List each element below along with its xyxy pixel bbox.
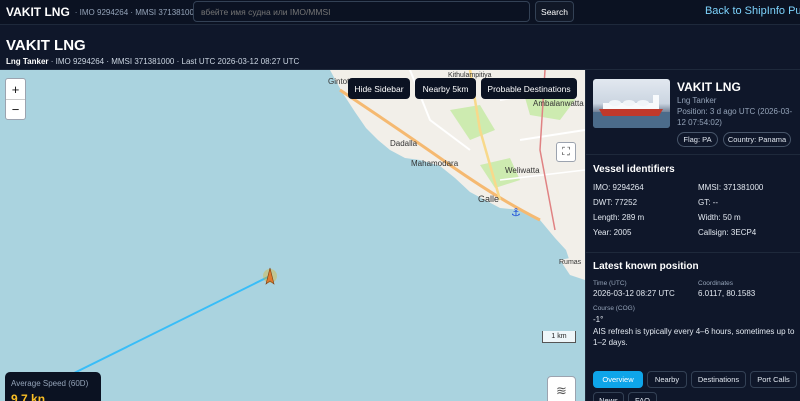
hide-sidebar-button[interactable]: Hide Sidebar [348, 78, 410, 99]
place-label-mahamodara: Mahamodara [411, 159, 459, 168]
vessel-sidebar: VAKIT LNG Lng Tanker Position: 3 d ago U… [585, 70, 800, 401]
nearby-5km-button[interactable]: Nearby 5km [415, 78, 476, 99]
width-value: Width: 50 m [698, 213, 741, 222]
probable-destinations-button[interactable]: Probable Destinations [481, 78, 577, 99]
page-meta: Lng Tanker · IMO 9294264 · MMSI 37138100… [6, 57, 299, 66]
tab-faq[interactable]: FAQ [628, 392, 657, 401]
place-label-rumas: Rumas [559, 259, 582, 266]
anchor-icon: ⚓ [511, 206, 521, 219]
flag-chip: Flag: PA [677, 132, 718, 147]
vessel-photo [593, 79, 670, 128]
average-speed-value: 9.7 kn [11, 392, 46, 401]
brand-identifiers: · IMO 9294264 · MMSI 371381000 [74, 7, 199, 17]
tab-overview[interactable]: Overview [593, 371, 643, 388]
tab-news[interactable]: News [593, 392, 624, 401]
map-scale: 1 km [542, 331, 576, 343]
section-title: Latest known position [593, 261, 699, 272]
gt-value: GT: -- [698, 198, 718, 207]
course-label: Course (COG) [593, 305, 635, 312]
fullscreen-icon[interactable]: ⛶ [556, 142, 576, 162]
length-value: Length: 289 m [593, 213, 645, 222]
place-label-galle: Galle [478, 194, 500, 204]
tab-port-calls[interactable]: Port Calls [750, 371, 797, 388]
back-link[interactable]: Back to ShipInfo Pul [705, 5, 800, 17]
callsign-value: Callsign: 3ECP4 [698, 228, 757, 237]
vessel-identifiers-section: Vessel identifiers IMO: 9294264 MMSI: 37… [586, 154, 800, 244]
zoom-control: + − [5, 78, 26, 120]
time-label: Time (UTC) [593, 280, 627, 287]
section-title: Vessel identifiers [593, 164, 675, 175]
zoom-out-button[interactable]: − [6, 99, 25, 119]
vessel-name: VAKIT LNG [677, 80, 741, 94]
place-label-dadalla: Dadalla [390, 139, 418, 148]
average-speed-label: Average Speed (60D) [11, 379, 89, 388]
vessel-type-label: Lng Tanker [6, 57, 49, 66]
course-value: -1° [593, 315, 604, 324]
position-age: Position: 3 d ago UTC (2026-03-12 07:54:… [677, 107, 793, 127]
vessel-photo-graphic [593, 95, 670, 128]
year-value: Year: 2005 [593, 228, 632, 237]
time-value: 2026-03-12 08:27 UTC [593, 289, 675, 298]
coordinates-value: 6.0117, 80.1583 [698, 289, 756, 298]
search-input[interactable] [193, 1, 530, 22]
map-view[interactable]: ⚓ Gintota Kithulampitiya Ambalanwatta Da… [0, 70, 585, 401]
country-chip: Country: Panama [723, 132, 791, 147]
vessel-track [59, 275, 271, 381]
page-header: VAKIT LNG Lng Tanker · IMO 9294264 · MMS… [0, 24, 800, 70]
zoom-in-button[interactable]: + [6, 79, 25, 99]
dwt-value: DWT: 77252 [593, 198, 638, 207]
mmsi-value: MMSI: 371381000 [698, 183, 764, 192]
ais-refresh-note: AIS refresh is typically every 4–6 hours… [593, 327, 795, 347]
tab-nearby[interactable]: Nearby [647, 371, 687, 388]
vessel-type: Lng Tanker [677, 96, 717, 105]
layers-icon[interactable]: ≋ [547, 376, 576, 401]
place-label-weliwatta: Weliwatta [505, 166, 540, 175]
search-button[interactable]: Search [535, 1, 574, 22]
place-label-ambalanwatta: Ambalanwatta [533, 99, 584, 108]
imo-value: IMO: 9294264 [593, 183, 644, 192]
top-bar: VAKIT LNG · IMO 9294264 · MMSI 371381000… [0, 0, 800, 24]
brand-name: VAKIT LNG [6, 5, 70, 19]
map-canvas: ⚓ [59, 70, 585, 381]
coordinates-label: Coordinates [698, 280, 734, 287]
page-title: VAKIT LNG [6, 37, 86, 54]
tab-destinations[interactable]: Destinations [691, 371, 746, 388]
meta-details: · IMO 9294264 · MMSI 371381000 · Last UT… [48, 57, 300, 66]
average-speed-panel: Average Speed (60D) 9.7 kn [5, 372, 101, 401]
